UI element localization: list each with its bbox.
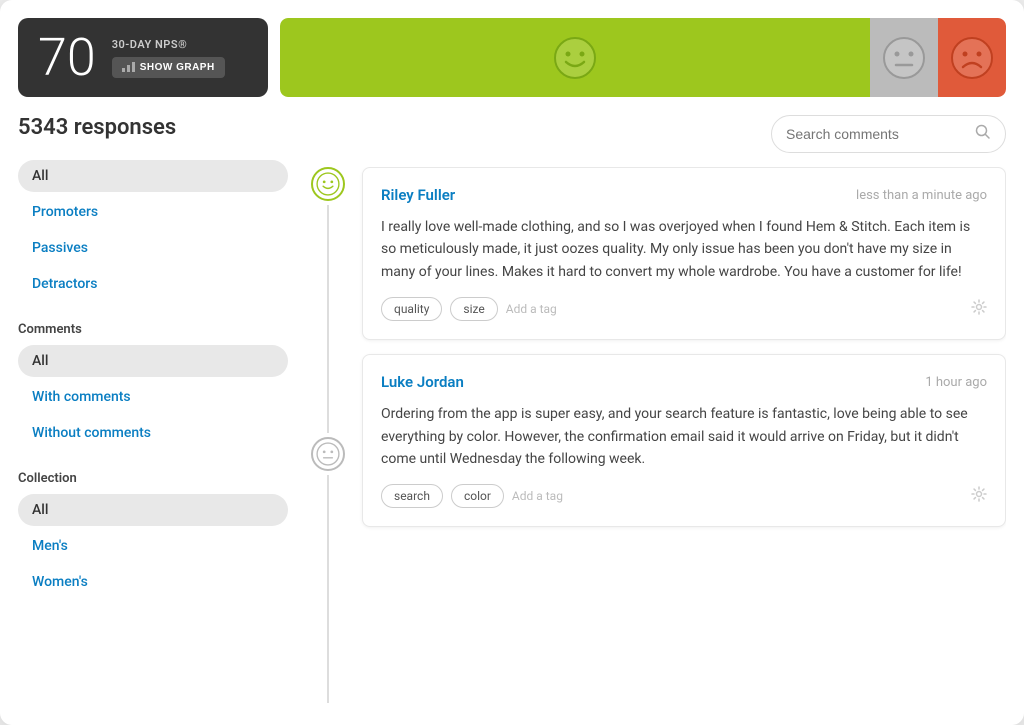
card-time-2: 1 hour ago — [925, 375, 987, 390]
card-footer-1: quality size Add a tag — [381, 297, 987, 321]
timeline-line-2 — [327, 475, 329, 703]
promoter-smiley-icon — [553, 36, 597, 80]
collection-label: Collection — [18, 471, 288, 486]
filter-womens[interactable]: Women's — [18, 566, 288, 598]
filter-comments-all[interactable]: All — [18, 345, 288, 377]
app-container: 70 30-DAY NPS® SHOW GRAPH — [0, 0, 1024, 725]
card-footer-2: search color Add a tag — [381, 484, 987, 508]
card-time-1: less than a minute ago — [856, 188, 987, 203]
timeline-icon-promoter — [311, 167, 345, 201]
card-header-2: Luke Jordan 1 hour ago — [381, 373, 987, 391]
header: 70 30-DAY NPS® SHOW GRAPH — [0, 0, 1024, 115]
responses-count: 5343 responses — [18, 115, 288, 140]
filter-all[interactable]: All — [18, 160, 288, 192]
comments-filter-group: Comments All With comments Without comme… — [18, 322, 288, 453]
comments-label: Comments — [18, 322, 288, 337]
timeline-icon-passive — [311, 437, 345, 471]
tag-color[interactable]: color — [451, 484, 504, 508]
gear-icon-2[interactable] — [971, 486, 987, 506]
smiley-bar — [280, 18, 1006, 97]
nps-label: 30-DAY NPS® — [112, 38, 225, 51]
filter-passives[interactable]: Passives — [18, 232, 288, 264]
card-body-2: Ordering from the app is super easy, and… — [381, 403, 987, 470]
timeline-line-1 — [327, 205, 329, 433]
card-riley-fuller: Riley Fuller less than a minute ago I re… — [362, 167, 1006, 340]
nps-box: 70 30-DAY NPS® SHOW GRAPH — [18, 18, 268, 97]
passive-smiley-icon — [882, 36, 926, 80]
show-graph-label: SHOW GRAPH — [140, 62, 215, 73]
feed-header — [308, 115, 1006, 153]
tag-search[interactable]: search — [381, 484, 443, 508]
cards-list: Riley Fuller less than a minute ago I re… — [348, 167, 1006, 707]
tag-size[interactable]: size — [450, 297, 497, 321]
card-author-2: Luke Jordan — [381, 373, 464, 391]
card-luke-jordan: Luke Jordan 1 hour ago Ordering from the… — [362, 354, 1006, 527]
detractor-smiley-icon — [950, 36, 994, 80]
filter-promoters[interactable]: Promoters — [18, 196, 288, 228]
search-box[interactable] — [771, 115, 1006, 153]
filter-with-comments[interactable]: With comments — [18, 381, 288, 413]
search-icon — [975, 124, 991, 144]
filter-detractors[interactable]: Detractors — [18, 268, 288, 300]
show-graph-button[interactable]: SHOW GRAPH — [112, 57, 225, 78]
nps-score: 70 — [38, 32, 96, 84]
detractor-segment — [938, 18, 1006, 97]
feed-body: Riley Fuller less than a minute ago I re… — [308, 167, 1006, 707]
nps-meta: 30-DAY NPS® SHOW GRAPH — [112, 38, 225, 78]
filter-collection-all[interactable]: All — [18, 494, 288, 526]
filter-without-comments[interactable]: Without comments — [18, 417, 288, 449]
promoter-segment — [280, 18, 870, 97]
bar-chart-icon — [122, 62, 135, 72]
filter-mens[interactable]: Men's — [18, 530, 288, 562]
main-content: 5343 responses All Promoters Passives De… — [0, 115, 1024, 725]
card-author-1: Riley Fuller — [381, 186, 455, 204]
card-header-1: Riley Fuller less than a minute ago — [381, 186, 987, 204]
gear-icon-1[interactable] — [971, 299, 987, 319]
sidebar: 5343 responses All Promoters Passives De… — [18, 115, 308, 707]
add-tag-2[interactable]: Add a tag — [512, 489, 563, 503]
card-body-1: I really love well-made clothing, and so… — [381, 216, 987, 283]
tag-quality[interactable]: quality — [381, 297, 442, 321]
type-filter-group: All Promoters Passives Detractors — [18, 160, 288, 304]
passive-segment — [870, 18, 938, 97]
feed-area: Riley Fuller less than a minute ago I re… — [308, 115, 1006, 707]
search-input[interactable] — [786, 126, 967, 142]
timeline — [308, 167, 348, 707]
add-tag-1[interactable]: Add a tag — [506, 302, 557, 316]
collection-filter-group: Collection All Men's Women's — [18, 471, 288, 602]
